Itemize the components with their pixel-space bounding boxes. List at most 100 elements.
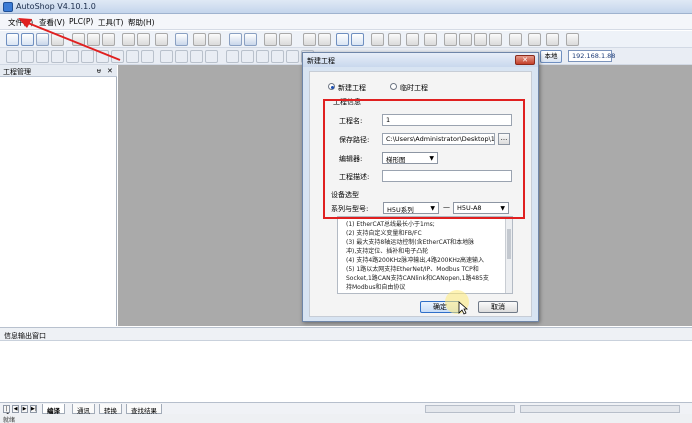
force-icon[interactable] [388, 33, 401, 46]
table-icon[interactable] [459, 33, 472, 46]
app-icon [3, 2, 13, 12]
paste-icon[interactable] [102, 33, 115, 46]
description-line: (2) 支持自定义变量和FB/FC [346, 230, 422, 237]
user-icon[interactable] [509, 33, 522, 46]
pen-icon[interactable] [424, 33, 437, 46]
network-local-button[interactable]: 本地 [540, 50, 562, 63]
project-panel-header: 工程管理 ᵾ ✕ [0, 65, 117, 77]
radio-new-project-label: 新建工程 [338, 84, 366, 92]
window-icon[interactable] [229, 33, 242, 46]
tab-convert[interactable]: 转换 [99, 404, 122, 415]
insert-col-icon[interactable] [256, 50, 269, 63]
description-line: (5) 1路以太网支持EtherNet/IP、Modbus TCP和 [346, 266, 479, 273]
edit-icon[interactable] [406, 33, 419, 46]
contact-no-icon[interactable] [51, 50, 64, 63]
description-scroll-thumb[interactable] [507, 229, 511, 259]
compile-all-icon[interactable] [279, 33, 292, 46]
save-icon[interactable] [36, 33, 49, 46]
description-line: (3) 最大支持8轴运动控制(含EtherCAT和本地脉 [346, 239, 475, 246]
description-line: (1) EtherCAT总线最长小于1ms; [346, 221, 435, 228]
radio-new-project[interactable] [328, 83, 335, 90]
tab-find-results[interactable]: 查找结果 [126, 404, 162, 415]
goto-icon[interactable] [208, 33, 221, 46]
tab-compile[interactable]: 编译 [42, 404, 65, 415]
menu-file[interactable]: 文件(F) [8, 17, 33, 28]
new-file-icon[interactable] [6, 33, 19, 46]
mouse-cursor-icon [458, 301, 468, 315]
delete-col-icon[interactable] [271, 50, 284, 63]
output-window-title: 信息输出窗口 [4, 332, 46, 340]
status-bar: 就绪 [0, 414, 692, 423]
annotation-highlight-box [323, 99, 525, 219]
pin-icon[interactable]: ᵾ [97, 67, 101, 75]
delete-row-icon[interactable] [241, 50, 254, 63]
undo-icon[interactable] [122, 33, 135, 46]
upload-icon[interactable] [336, 33, 349, 46]
menu-bar: 文件(F) 查看(V) PLC(P) 工具(T) 帮助(H) [0, 14, 692, 30]
menu-tools[interactable]: 工具(T) [98, 17, 123, 28]
description-scrollbar[interactable] [505, 217, 512, 293]
ladder-input-icon[interactable] [6, 50, 19, 63]
menu-plc[interactable]: PLC(P) [69, 17, 93, 26]
description-line: (4) 支持4路200KHz脉冲输出,4路200KHz高速输入 [346, 257, 485, 264]
cancel-button[interactable]: 取消 [478, 301, 518, 313]
ladder-coil-icon[interactable] [21, 50, 34, 63]
ip-address-field[interactable]: 192.168.1.88 [568, 50, 615, 62]
status-text: 就绪 [3, 417, 16, 423]
tab-first-button[interactable]: |◀ [3, 405, 10, 418]
title-bar: AutoShop V4.10.1.0 [0, 0, 692, 14]
list-icon[interactable] [474, 33, 487, 46]
project-panel-title: 工程管理 [3, 68, 31, 76]
contact-p-icon[interactable] [81, 50, 94, 63]
menu-view[interactable]: 查看(V) [39, 17, 65, 28]
stop-icon[interactable] [318, 33, 331, 46]
output-scrollbar[interactable] [425, 405, 515, 413]
logout-icon[interactable] [546, 33, 559, 46]
dialog-close-icon[interactable]: ✕ [515, 55, 535, 65]
list-alt-icon[interactable] [489, 33, 502, 46]
radio-temp-project-label: 临时工程 [400, 84, 428, 92]
close-icon[interactable]: ✕ [107, 67, 113, 75]
tab-last-button[interactable]: ▶| [30, 405, 37, 413]
find-replace-icon[interactable] [193, 33, 206, 46]
grid-icon[interactable] [444, 33, 457, 46]
monitor-icon[interactable] [371, 33, 384, 46]
contact-or-icon[interactable] [111, 50, 124, 63]
contact-n-icon[interactable] [96, 50, 109, 63]
output-tabs: |◀ ◀ ▶ ▶| 编译 通讯 转换 查找结果 [0, 402, 692, 418]
project-panel: 工程管理 ᵾ ✕ [0, 65, 117, 326]
contact-nc-icon[interactable] [66, 50, 79, 63]
open-folder-icon[interactable] [21, 33, 34, 46]
output-window-header: 信息输出窗口 [0, 327, 692, 341]
panel-icon[interactable] [566, 33, 579, 46]
output-window [0, 341, 692, 402]
run-icon[interactable] [303, 33, 316, 46]
compile-icon[interactable] [264, 33, 277, 46]
hline-end-icon[interactable] [190, 50, 203, 63]
window-split-icon[interactable] [244, 33, 257, 46]
insert-row-icon[interactable] [226, 50, 239, 63]
print-icon[interactable] [51, 33, 64, 46]
dialog-title-bar: 新建工程 ✕ [303, 53, 538, 67]
tab-next-button[interactable]: ▶ [21, 405, 28, 413]
tab-comm[interactable]: 通讯 [72, 404, 95, 415]
tab-prev-button[interactable]: ◀ [12, 405, 19, 413]
output-scrollbar-track[interactable] [520, 405, 680, 413]
contact-orp-icon[interactable] [141, 50, 154, 63]
vline-icon[interactable] [175, 50, 188, 63]
ladder-box-icon[interactable] [36, 50, 49, 63]
invert-icon[interactable] [286, 50, 299, 63]
radio-temp-project[interactable] [390, 83, 397, 90]
copy-icon[interactable] [87, 33, 100, 46]
menu-help[interactable]: 帮助(H) [128, 17, 155, 28]
description-line: 冲),支持定位、插补和电子凸轮 [346, 248, 429, 255]
hline-icon[interactable] [160, 50, 173, 63]
contact-orn-icon[interactable] [126, 50, 139, 63]
login-icon[interactable] [528, 33, 541, 46]
vline-end-icon[interactable] [205, 50, 218, 63]
search-icon[interactable] [175, 33, 188, 46]
cut-icon[interactable] [72, 33, 85, 46]
delete-icon[interactable] [155, 33, 168, 46]
redo-icon[interactable] [137, 33, 150, 46]
download-icon[interactable] [351, 33, 364, 46]
